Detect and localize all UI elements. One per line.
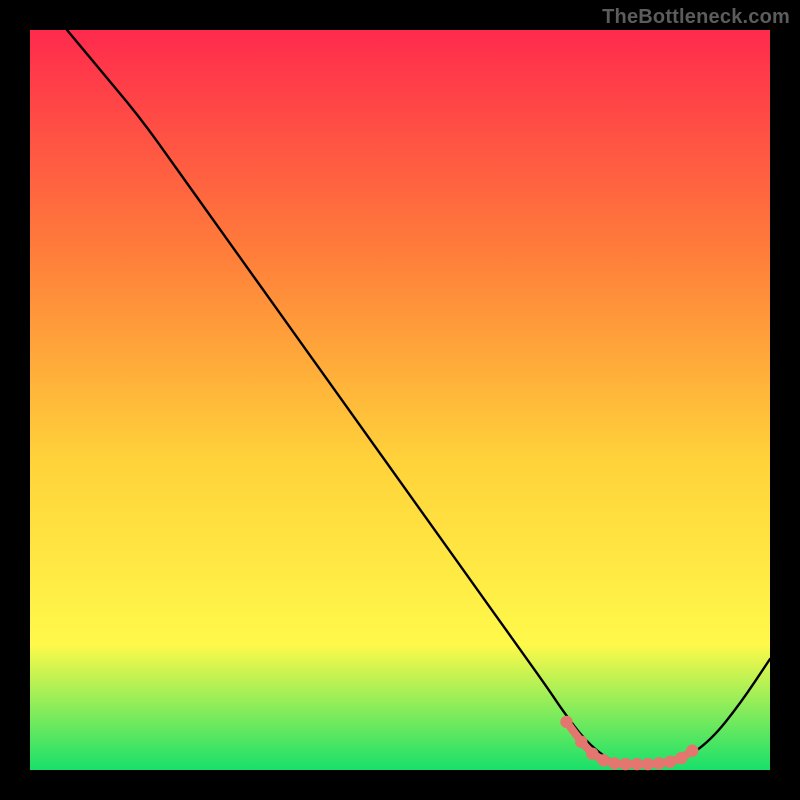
optimal-range-marker [608, 757, 620, 769]
watermark-text: TheBottleneck.com [602, 6, 790, 29]
optimal-range-marker [560, 716, 572, 728]
optimal-range-marker [597, 754, 609, 766]
optimal-range-marker [664, 756, 676, 768]
optimal-range-marker [675, 752, 687, 764]
optimal-range-marker [642, 758, 654, 770]
bottleneck-chart [0, 0, 800, 800]
chart-stage: TheBottleneck.com [0, 0, 800, 800]
optimal-range-marker [586, 748, 598, 760]
optimal-range-marker [575, 736, 587, 748]
optimal-range-marker [631, 758, 643, 770]
optimal-range-marker [653, 757, 665, 769]
optimal-range-marker [620, 758, 632, 770]
plot-background [30, 30, 770, 770]
optimal-range-marker [686, 745, 698, 757]
